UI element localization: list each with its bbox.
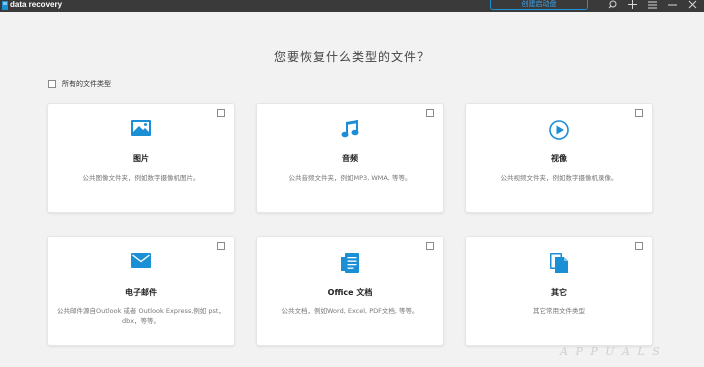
close-icon[interactable] [686, 0, 698, 12]
play-icon [549, 120, 569, 140]
menu-icon[interactable] [646, 0, 658, 12]
card-description: 其它常用文件类型 [533, 307, 585, 315]
minimize-icon[interactable] [666, 0, 678, 12]
all-file-types-label: 所有的文件类型 [62, 79, 111, 88]
files-icon [550, 253, 568, 273]
card-description: 公共视频文件夹，例如数字摄像机录像。 [500, 174, 618, 182]
card-description: 公共音频文件夹，例如MP3, WMA, 等等。 [288, 174, 412, 182]
mail-icon [131, 253, 151, 268]
card-title: 图片 [133, 154, 149, 163]
file-type-card-images[interactable]: 图片 公共图像文件夹，例如数字摄像机图片。 [47, 103, 235, 213]
card-title: 电子邮件 [125, 288, 157, 297]
card-description: 公共邮件源自Outlook 或者 Outlook Express,例如 pst，… [57, 307, 225, 325]
office-checkbox[interactable] [426, 242, 434, 250]
card-description: 公共图像文件夹，例如数字摄像机图片。 [82, 174, 200, 182]
file-type-card-office[interactable]: Office 文档 公共文档，例如Word, Excel, PDF文档, 等等。 [256, 236, 444, 346]
card-title: 其它 [551, 288, 567, 297]
video-checkbox[interactable] [635, 109, 643, 117]
image-icon [131, 120, 151, 136]
all-file-types-option[interactable]: 所有的文件类型 [48, 78, 111, 89]
watermark: A P P U A L S [560, 345, 662, 358]
card-title: 视像 [551, 154, 567, 163]
app-title: data recovery [10, 0, 63, 9]
add-icon[interactable] [626, 0, 638, 12]
email-checkbox[interactable] [217, 242, 225, 250]
others-checkbox[interactable] [635, 242, 643, 250]
page-title: 您要恢复什么类型的文件？ [273, 50, 430, 64]
file-type-card-audio[interactable]: 音频 公共音频文件夹，例如MP3, WMA, 等等。 [256, 103, 444, 213]
create-boot-disk-button[interactable]: 创建启动盘 [490, 0, 588, 10]
file-type-card-video[interactable]: 视像 公共视频文件夹，例如数字摄像机录像。 [465, 103, 653, 213]
card-description: 公共文档，例如Word, Excel, PDF文档, 等等。 [281, 307, 419, 315]
search-icon[interactable] [606, 0, 618, 12]
card-title: Office 文档 [327, 288, 373, 297]
title-bar: data recovery 创建启动盘 [0, 0, 704, 12]
document-icon [341, 253, 359, 273]
app-logo-icon [2, 1, 8, 10]
audio-checkbox[interactable] [426, 109, 434, 117]
card-title: 音频 [342, 154, 358, 163]
all-file-types-checkbox[interactable] [48, 79, 56, 88]
file-type-card-email[interactable]: 电子邮件 公共邮件源自Outlook 或者 Outlook Express,例如… [47, 236, 235, 346]
music-note-icon [341, 120, 359, 138]
file-type-card-others[interactable]: 其它 其它常用文件类型 [465, 236, 653, 346]
images-checkbox[interactable] [217, 109, 225, 117]
